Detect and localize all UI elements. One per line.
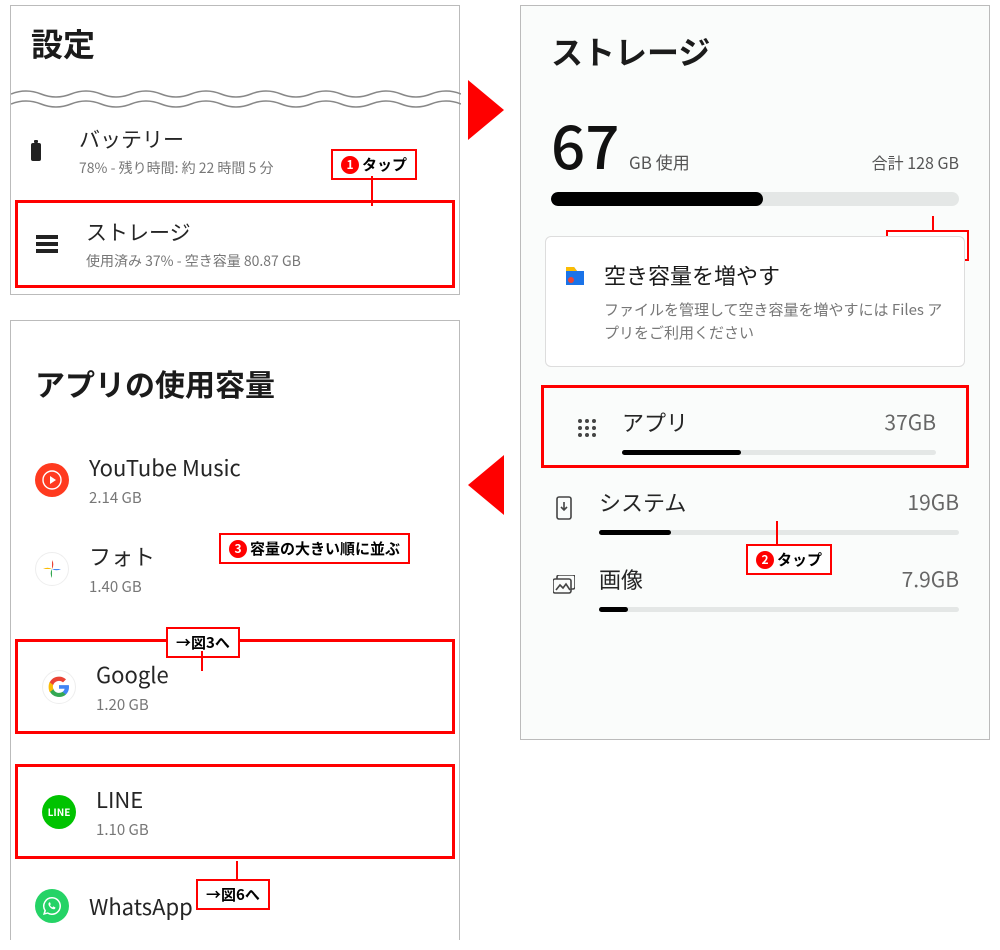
usage-title: アプリの使用容量 <box>11 321 459 435</box>
storage-progress <box>551 192 959 206</box>
storage-used-unit: GB 使用 <box>629 149 690 174</box>
storage-total: 合計 128 GB <box>872 150 959 174</box>
app-name-0: YouTube Music <box>89 451 435 483</box>
cat-apps-val: 37GB <box>884 407 936 437</box>
badge-3: 3 <box>229 540 247 558</box>
settings-row-storage[interactable]: ストレージ 使用済み 37% - 空き容量 80.87 GB <box>15 200 455 288</box>
app-size-1: 1.40 GB <box>89 576 435 597</box>
storage-row-sub: 使用済み 37% - 空き容量 80.87 GB <box>86 251 434 271</box>
app-size-3: 1.10 GB <box>96 819 428 840</box>
app-size-0: 2.14 GB <box>89 487 435 508</box>
google-icon <box>42 670 76 704</box>
cat-images-name: 画像 <box>599 563 643 595</box>
whatsapp-icon <box>35 889 69 923</box>
callout-tap1: 1 タップ <box>331 149 417 180</box>
callout-tap1-text: タップ <box>362 154 407 175</box>
google-photos-icon <box>35 552 69 586</box>
free-space-card[interactable]: 空き容量を増やす ファイルを管理して空き容量を増やすには Files アプリをご… <box>545 236 965 367</box>
app-name-3: LINE <box>96 783 428 815</box>
app-row-line[interactable]: LINE LINE 1.10 GB <box>15 764 455 859</box>
cat-system-name: システム <box>599 486 686 518</box>
storage-icon <box>36 235 62 253</box>
cat-system-val: 19GB <box>907 487 959 517</box>
arrow-right-icon <box>468 80 504 140</box>
cat-apps-name: アプリ <box>622 406 688 438</box>
images-icon <box>551 575 577 601</box>
callout-sorted: 3 容量の大きい順に並ぶ <box>219 533 410 564</box>
callout-tap2: 2 タップ <box>746 544 832 575</box>
storage-used-value: 67 <box>551 100 619 187</box>
files-app-icon <box>562 263 588 289</box>
callout-tap2-text: タップ <box>777 549 822 570</box>
app-name-2: Google <box>96 658 428 690</box>
callout-fig6-text: →図6へ <box>206 884 260 905</box>
callout-fig3-text: →図3へ <box>176 632 230 653</box>
arrow-left-icon <box>468 455 504 515</box>
storage-row-title: ストレージ <box>86 217 434 247</box>
free-space-title: 空き容量を増やす <box>604 259 944 291</box>
torn-edge <box>11 88 459 110</box>
badge-1: 1 <box>341 156 359 174</box>
youtube-music-icon <box>35 463 69 497</box>
category-row-apps[interactable]: アプリ 37GB <box>541 385 969 468</box>
app-usage-panel: アプリの使用容量 YouTube Music 2.14 GB 3 容量の大きい順… <box>10 320 460 940</box>
app-size-2: 1.20 GB <box>96 694 428 715</box>
callout-sorted-text: 容量の大きい順に並ぶ <box>250 538 400 559</box>
settings-title: 設定 <box>11 6 459 88</box>
category-row-system[interactable]: システム 19GB <box>521 468 989 545</box>
storage-title: ストレージ <box>521 6 989 104</box>
callout-fig6: →図6へ <box>196 879 270 910</box>
app-row-youtube-music[interactable]: YouTube Music 2.14 GB <box>11 435 459 524</box>
system-update-icon <box>551 496 577 526</box>
apps-grid-icon <box>574 418 600 444</box>
cat-images-val: 7.9GB <box>902 564 959 594</box>
settings-panel: 設定 バッテリー 78% - 残り時間: 約 22 時間 5 分 ストレージ 使… <box>10 5 460 295</box>
free-space-sub: ファイルを管理して空き容量を増やすには Files アプリをご利用ください <box>604 299 944 344</box>
line-icon: LINE <box>42 795 76 829</box>
badge-2: 2 <box>756 551 774 569</box>
battery-icon <box>29 140 55 162</box>
storage-panel: ストレージ 67 GB 使用 合計 128 GB →図10へ 空き容量を増やす … <box>520 5 990 740</box>
